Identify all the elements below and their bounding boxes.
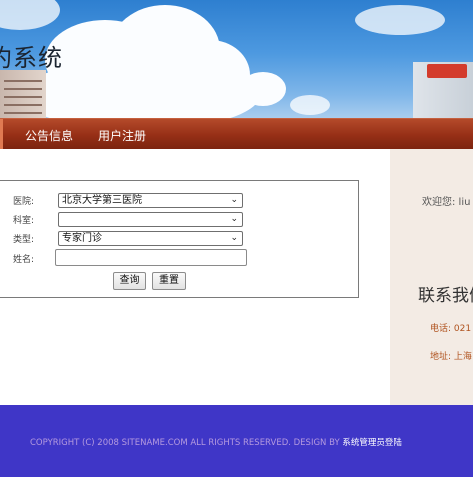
cloud-shape (240, 72, 286, 106)
chevron-down-icon: ⌄ (230, 214, 238, 224)
query-button[interactable]: 查询 (113, 272, 146, 290)
cloud-shape (0, 0, 60, 30)
name-label: 姓名: (13, 255, 35, 265)
name-input[interactable] (55, 249, 247, 266)
type-select[interactable]: 专家门诊 ⌄ (58, 231, 243, 246)
nav-item-register[interactable]: 用户注册 (98, 127, 146, 144)
chevron-down-icon: ⌄ (230, 195, 238, 205)
hospital-select-value: 北京大学第三医院 (62, 195, 142, 206)
cloud-shape (355, 5, 445, 35)
phone-text: 电话: 021 (430, 324, 472, 334)
hospital-label: 医院: (13, 197, 35, 207)
nav-item-announcements[interactable]: 公告信息 (25, 127, 73, 144)
footer: COPYRIGHT (C) 2008 SITENAME.COM ALL RIGH… (0, 405, 473, 477)
copyright-label: COPYRIGHT (C) 2008 SITENAME.COM ALL RIGH… (30, 438, 343, 448)
admin-login-link[interactable]: 系统管理员登陆 (342, 438, 402, 448)
cloud-shape (290, 95, 330, 115)
nav-bar: 公告信息 用户注册 (0, 118, 473, 149)
copyright-text: COPYRIGHT (C) 2008 SITENAME.COM ALL RIGH… (30, 436, 402, 448)
sidebar: 欢迎您: liu 联系我们 电话: 021 地址: 上海 (390, 149, 473, 405)
department-label: 科室: (13, 216, 35, 226)
site-title: 约系统 (0, 44, 63, 72)
address-text: 地址: 上海 (430, 352, 472, 362)
chevron-down-icon: ⌄ (230, 233, 238, 243)
reset-button[interactable]: 重置 (152, 272, 186, 290)
building-left (0, 70, 46, 118)
contact-title: 联系我们 (418, 286, 473, 306)
department-select[interactable]: ⌄ (58, 212, 243, 227)
type-label: 类型: (13, 235, 35, 245)
hospital-sign (427, 64, 467, 78)
hospital-select[interactable]: 北京大学第三医院 ⌄ (58, 193, 243, 208)
type-select-value: 专家门诊 (62, 233, 102, 244)
search-form: 医院: 北京大学第三医院 ⌄ 科室: ⌄ 类型: 专家门诊 ⌄ 姓名: 查询 重… (0, 180, 359, 298)
header-banner: 约系统 (0, 0, 473, 118)
nav-edge (0, 119, 3, 149)
welcome-text: 欢迎您: liu (422, 197, 471, 208)
